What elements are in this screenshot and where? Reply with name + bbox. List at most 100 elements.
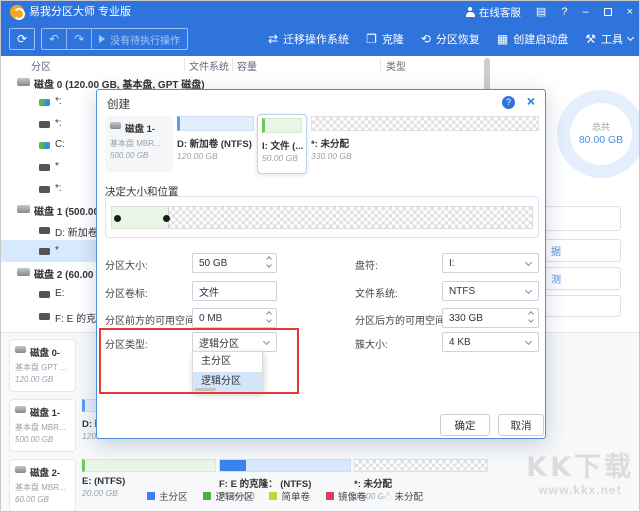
help-icon[interactable]: ? [561, 1, 567, 23]
slider-handle-right[interactable] [163, 215, 170, 222]
disk-card-1[interactable]: 磁盘 1- 基本盘 MBR... 500.00 GB [9, 399, 76, 452]
clone-button[interactable]: ❐ 克隆 [366, 31, 404, 47]
legend-simple: 简单卷 [269, 489, 310, 503]
tools-button[interactable]: ⚒ 工具 [585, 31, 635, 47]
dialog-help-icon[interactable]: ? [502, 96, 515, 109]
legend-mirror: 镜像卷 [326, 489, 367, 503]
recovery-icon: ⟲ [420, 32, 431, 46]
close-button[interactable]: × [627, 1, 633, 23]
volume-label-input[interactable]: 文件 [192, 281, 277, 301]
list-header: 分区 文件系统 容量 类型 [1, 56, 484, 73]
window-title: 易我分区大师 专业版 [29, 6, 132, 18]
partition-bar [311, 116, 539, 131]
tree-row-label: * [55, 245, 59, 256]
space-before-stepper[interactable]: 0 MB [192, 308, 277, 328]
disk-card-0[interactable]: 磁盘 0- 基本盘 GPT ... 120.00 GB [9, 339, 76, 392]
size-slider [105, 196, 539, 238]
partition-bar [82, 459, 216, 472]
toolbar: ⟳ ↶ ↷ 没有待执行操作 ⇄ 迁移操作系统 ❐ 克隆 ⟲ 分区恢复 ▦ 创建启… [1, 23, 639, 56]
disk-name: 磁盘 1- [125, 124, 156, 135]
space-after-stepper[interactable]: 330 GB [442, 308, 539, 328]
partition-label: E: (NTFS) [82, 476, 126, 487]
person-icon [465, 7, 475, 17]
stepper-arrows-icon[interactable] [266, 256, 272, 268]
filesystem-select[interactable]: NTFS [442, 281, 539, 301]
title-bar: 易我分区大师 专业版 在线客服 ▤ ? – × [1, 1, 639, 23]
partition-type-select[interactable]: 逻辑分区 [192, 332, 277, 352]
partition-icon [39, 291, 50, 298]
partition-label: *: 未分配 [354, 479, 393, 490]
partition-type-label: 分区类型: [105, 340, 148, 351]
pending-operations-button[interactable]: 没有待执行操作 [92, 29, 187, 49]
disk-size: 500.00 GB [110, 151, 149, 160]
ok-button[interactable]: 确定 [440, 414, 490, 436]
cluster-size-select[interactable]: 4 KB [442, 332, 539, 352]
partition-label: I: 文件 (... [262, 141, 304, 152]
app-window: 易我分区大师 专业版 在线客服 ▤ ? – × ⟳ ↶ ↷ 没有待执行操作 ⇄ [0, 0, 640, 512]
disk-meta: 基本盘 GPT ... [15, 363, 67, 372]
partition-size: 330.00 GB [311, 151, 352, 161]
dropdown-option-primary[interactable]: 主分区 [193, 352, 262, 372]
maximize-button[interactable] [603, 8, 612, 16]
tree-row-label: *: [55, 183, 62, 194]
strip-partition-i-selected[interactable]: I: 文件 (... 50.00 GB [257, 114, 307, 174]
partition-recovery-label: 分区恢复 [435, 34, 480, 46]
migrate-icon: ⇄ [268, 32, 279, 46]
create-dialog: 创建 ? × 磁盘 1- 基本盘 MBR... 500.00 GB D: 新加卷… [96, 89, 546, 439]
capacity-donut: 总共 80.00 GB [557, 90, 639, 178]
partition-size: 50.00 GB [262, 153, 298, 163]
dialog-close-icon[interactable]: × [527, 93, 535, 109]
dialog-disk-card: 磁盘 1- 基本盘 MBR... 500.00 GB [105, 116, 173, 172]
disk-meta: 基本盘 MBR... [110, 139, 161, 148]
dropdown-scrollbar[interactable] [195, 388, 216, 391]
disk-icon [17, 268, 30, 276]
redo-button[interactable]: ↷ [67, 29, 93, 49]
disk-card-2[interactable]: 磁盘 2- 基本盘 MBR... 60.00 GB [9, 459, 76, 511]
migrate-os-button[interactable]: ⇄ 迁移操作系统 [268, 31, 349, 47]
disk-icon [15, 346, 26, 353]
tree-row-label: *: [55, 118, 62, 129]
cluster-size-label: 簇大小: [355, 340, 388, 351]
tree-row-label: *: [55, 96, 62, 107]
partition-bar [219, 459, 351, 472]
strip-partition-d[interactable]: D: 新加卷 (NTFS) 120.00 GB [177, 116, 254, 161]
partition-icon [39, 121, 50, 128]
undo-button[interactable]: ↶ [42, 29, 68, 49]
tree-row-label: 磁盘 2 (60.00 G [34, 270, 105, 281]
partition-recovery-button[interactable]: ⟲ 分区恢复 [421, 31, 480, 47]
cancel-button[interactable]: 取消 [498, 414, 544, 436]
chevron-down-icon [626, 33, 635, 42]
partition-label: F: E 的克隆： (NTFS) [219, 479, 312, 490]
boot-disk-icon: ▦ [496, 32, 509, 46]
app-logo-icon [10, 5, 25, 20]
partition-icon [39, 164, 50, 171]
create-boot-disk-button[interactable]: ▦ 创建启动盘 [497, 31, 568, 47]
tools-label: 工具 [601, 34, 623, 46]
disk-icon [17, 78, 30, 86]
pending-operations-label: 没有待执行操作 [110, 35, 181, 47]
drive-letter-select[interactable]: I: [442, 253, 539, 273]
stepper-arrows-icon[interactable] [528, 311, 534, 323]
minimize-button[interactable]: – [582, 1, 588, 23]
dialog-disk-strip: 磁盘 1- 基本盘 MBR... 500.00 GB D: 新加卷 (NTFS)… [105, 114, 539, 176]
clone-icon: ❐ [366, 32, 377, 46]
space-before-label: 分区前方的可用空间: [105, 316, 198, 327]
disk-icon [110, 122, 121, 129]
disk-meta: 基本盘 MBR... [15, 483, 66, 492]
create-boot-disk-label: 创建启动盘 [513, 34, 569, 46]
disk-size: 500.00 GB [15, 435, 54, 444]
online-service-label: 在线客服 [478, 6, 521, 19]
stepper-arrows-icon[interactable] [266, 311, 272, 323]
partition-size: 120.00 GB [177, 151, 218, 161]
slider-track[interactable] [111, 206, 533, 229]
partition-icon [39, 227, 50, 234]
legend-unallocated: 未分配 [382, 489, 423, 503]
column-divider [380, 58, 381, 71]
menu-icon[interactable]: ▤ [536, 1, 546, 23]
refresh-button[interactable]: ⟳ [9, 28, 35, 50]
strip-partition-unallocated[interactable]: *: 未分配 330.00 GB [311, 116, 539, 161]
column-divider [184, 58, 185, 71]
slider-handle-left[interactable] [114, 215, 121, 222]
partition-size-stepper[interactable]: 50 GB [192, 253, 277, 273]
online-service-button[interactable]: 在线客服 [465, 5, 521, 20]
